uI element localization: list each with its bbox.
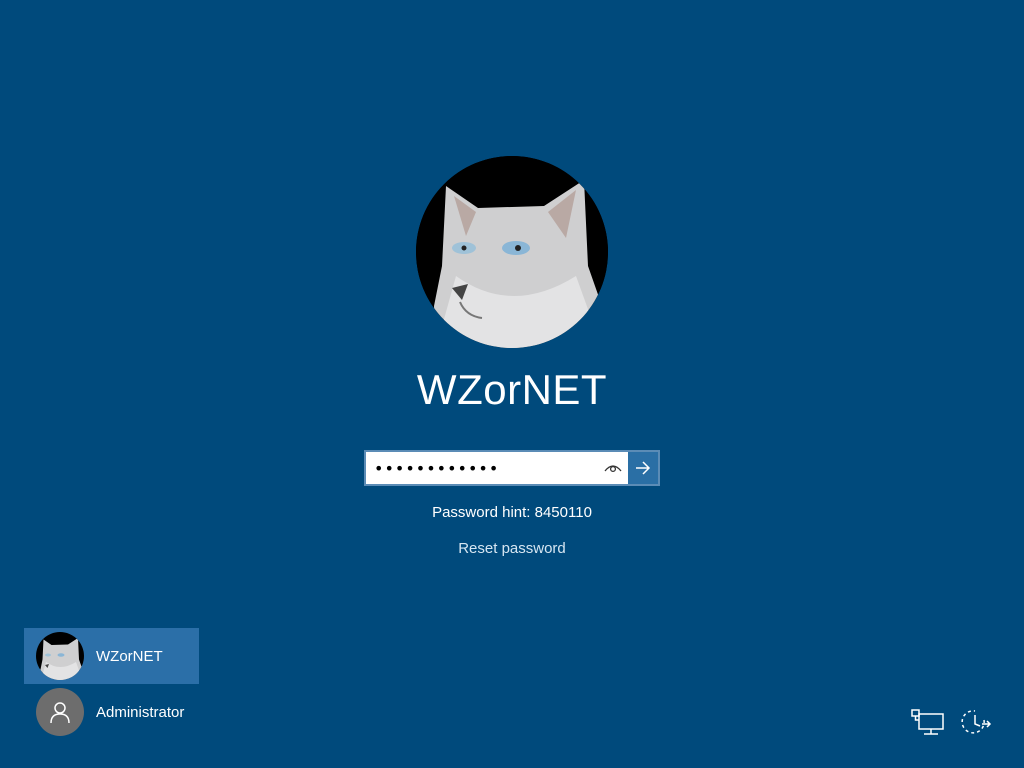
user-item-wzornet[interactable]: WZorNET [24,628,199,684]
user-avatar-large [416,156,608,348]
avatar [36,632,84,680]
eye-icon[interactable] [598,452,628,484]
password-box [364,450,660,486]
network-icon[interactable] [910,706,946,738]
password-hint: Password hint: 8450110 [432,504,592,521]
user-list: WZorNET Administrator [24,628,199,740]
current-username: WZorNET [416,366,608,413]
reset-password-container: Reset password [0,540,1024,557]
person-icon [36,688,84,736]
submit-button[interactable] [628,452,658,484]
user-item-label: Administrator [96,703,185,721]
user-item-administrator[interactable]: Administrator [24,684,199,740]
arrow-right-icon [636,461,651,475]
user-item-label: WZorNET [96,647,163,665]
password-input[interactable] [366,452,598,484]
power-icon[interactable] [958,706,994,738]
reset-password-link[interactable]: Reset password [458,540,566,557]
